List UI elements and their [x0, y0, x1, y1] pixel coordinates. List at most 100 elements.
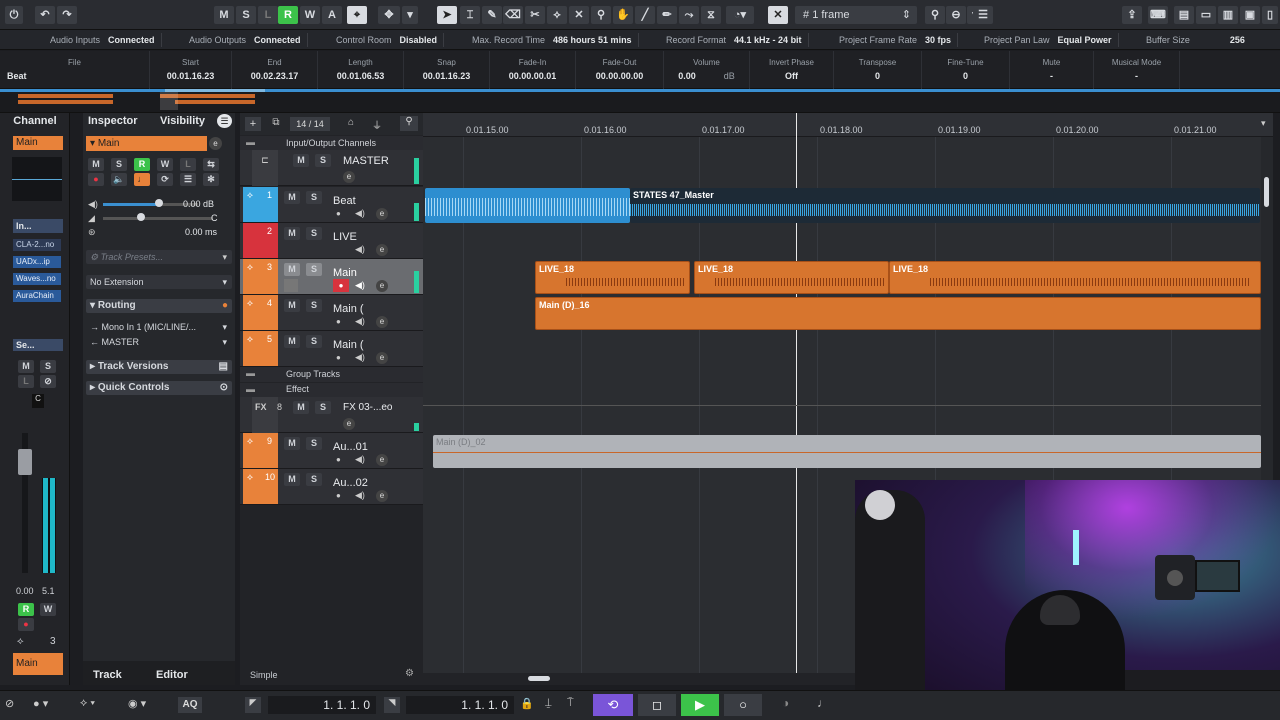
- mute-button[interactable]: M: [284, 191, 300, 204]
- audio-event-live[interactable]: LIVE_18: [889, 261, 1261, 294]
- lanes-icon[interactable]: [284, 279, 298, 292]
- inspector-track-header[interactable]: ▾ Main: [86, 136, 207, 151]
- solo-button[interactable]: S: [306, 437, 322, 450]
- track-row[interactable]: ⟡ 1 M S Beat ● ◀) e: [240, 187, 423, 223]
- channel-settings-icon[interactable]: ⊘: [40, 375, 56, 388]
- align-icon[interactable]: ☰: [973, 6, 993, 24]
- channel-listen-button[interactable]: L: [18, 375, 34, 388]
- info-invert-phase[interactable]: Invert Phase Off: [750, 51, 834, 89]
- tab-track[interactable]: Track: [93, 669, 122, 681]
- track-list-mode[interactable]: Simple: [250, 670, 278, 680]
- object-selection-tool-icon[interactable]: ➤: [437, 6, 457, 24]
- write-automation-button[interactable]: W: [300, 6, 320, 24]
- listen-button[interactable]: L: [258, 6, 278, 24]
- mute-button[interactable]: M: [284, 227, 300, 240]
- tab-channel[interactable]: Channel: [0, 113, 70, 129]
- info-snap[interactable]: Snap 00.01.16.23: [404, 51, 490, 89]
- search-tracks-icon[interactable]: ⚲: [400, 116, 418, 131]
- inspector-menu-icon[interactable]: ☰: [217, 114, 232, 128]
- lane-icon[interactable]: ⟳: [157, 173, 173, 186]
- solo-all-button[interactable]: S: [236, 6, 256, 24]
- search-icon[interactable]: ⚲: [925, 6, 945, 24]
- draw-tool-icon[interactable]: ✎: [482, 6, 502, 24]
- extension-select[interactable]: No Extension ▾: [86, 275, 232, 289]
- scrollbar-thumb[interactable]: [528, 676, 550, 681]
- audio-event-master[interactable]: STATES 47_Master: [630, 188, 1260, 223]
- punch-in-icon[interactable]: ⍊: [545, 697, 552, 710]
- monitor-icon[interactable]: ◀): [355, 352, 365, 363]
- folder-group-row[interactable]: ▬ Group Tracks: [240, 367, 423, 382]
- quantize-icon[interactable]: ⊖: [946, 6, 966, 24]
- pan-slider-handle[interactable]: [137, 213, 145, 221]
- inspector-solo-button[interactable]: S: [111, 158, 127, 171]
- snap-toggle-icon[interactable]: ✕: [768, 6, 788, 24]
- edit-channel-icon[interactable]: e: [376, 454, 388, 466]
- info-mute[interactable]: Mute -: [1010, 51, 1094, 89]
- project-overview[interactable]: [0, 89, 1280, 113]
- lock-icon[interactable]: 🔒: [520, 697, 534, 710]
- track-presets-select[interactable]: ⚙ Track Presets... ▾: [86, 250, 232, 264]
- marker-icon[interactable]: ◑: [782, 696, 789, 710]
- keyboard-icon[interactable]: ⌨: [1148, 6, 1168, 24]
- audio-event-main[interactable]: Main (D)_16: [535, 297, 1261, 330]
- audio-mode-icon[interactable]: ⟡ ▾: [80, 697, 95, 710]
- monitor-icon[interactable]: ◀): [355, 490, 365, 501]
- info-fine-tune[interactable]: Fine-Tune 0: [922, 51, 1010, 89]
- record-enable-icon[interactable]: ●: [333, 279, 349, 292]
- activate-project-icon[interactable]: ⏻: [5, 6, 23, 24]
- record-mode-icon[interactable]: ● ▾: [33, 697, 48, 710]
- mute-button[interactable]: M: [284, 437, 300, 450]
- window-layout-icon[interactable]: ▣: [1240, 6, 1260, 24]
- track-row-master[interactable]: ⊏ M S MASTER e: [240, 150, 423, 186]
- record-enable-icon[interactable]: ●: [336, 209, 341, 218]
- left-locator-icon[interactable]: ◤: [245, 697, 261, 713]
- inspector-listen-button[interactable]: L: [180, 158, 196, 171]
- scrollbar-thumb[interactable]: [1264, 177, 1269, 207]
- freeze-icon[interactable]: ☰: [180, 173, 196, 186]
- split-tool-icon[interactable]: ✂: [525, 6, 545, 24]
- audio-event-live[interactable]: LIVE_18: [694, 261, 889, 294]
- grid-type-select[interactable]: # 1 frame ⇕: [795, 6, 917, 24]
- solo-button[interactable]: S: [306, 473, 322, 486]
- folder-io-row[interactable]: ▬ Input/Output Channels: [240, 136, 423, 150]
- record-enable-icon[interactable]: ●: [336, 317, 341, 326]
- status-audio-outputs[interactable]: Audio Outputs Connected: [183, 33, 308, 47]
- automation-line[interactable]: [423, 405, 1261, 406]
- ruler-menu-icon[interactable]: ▾: [1261, 118, 1266, 129]
- lower-zone-icon[interactable]: ▭: [1196, 6, 1216, 24]
- track-row[interactable]: 2 M S LIVE ◀) e: [240, 223, 423, 259]
- folder-snowflake-icon[interactable]: ✻: [203, 173, 219, 186]
- toolbar-settings-icon[interactable]: ▯: [1262, 6, 1278, 24]
- volume-slider-handle[interactable]: [155, 199, 163, 207]
- pan-slider[interactable]: [103, 217, 213, 220]
- right-zone-icon[interactable]: ▥: [1218, 6, 1238, 24]
- read-automation-button[interactable]: R: [278, 6, 298, 24]
- channel-read-button[interactable]: R: [18, 603, 34, 616]
- sends-section[interactable]: Se...: [13, 339, 63, 351]
- timebase-icon[interactable]: ♩: [134, 173, 150, 186]
- monitor-icon[interactable]: ◀): [355, 280, 365, 291]
- status-pan-law[interactable]: Project Pan Law Equal Power: [978, 33, 1119, 47]
- tab-inspector[interactable]: Inspector: [88, 115, 138, 127]
- status-record-format[interactable]: Record Format 44.1 kHz - 24 bit: [660, 33, 809, 47]
- tab-editor[interactable]: Editor: [156, 669, 188, 681]
- stop-button[interactable]: ◻: [638, 694, 676, 716]
- auto-quantize-button[interactable]: AQ: [178, 697, 202, 713]
- solo-button[interactable]: S: [306, 335, 322, 348]
- solo-button[interactable]: S: [306, 227, 322, 240]
- insert-slot[interactable]: AuraChain: [13, 290, 61, 302]
- track-row[interactable]: ⟡ 9 M S Au...01 ● ◀) e: [240, 433, 423, 469]
- track-count[interactable]: 14 / 14: [290, 117, 330, 131]
- inspector-read-button[interactable]: R: [134, 158, 150, 171]
- activity-icon[interactable]: ⊘: [5, 697, 14, 710]
- audio-event-aux[interactable]: Main (D)_02: [433, 435, 1261, 468]
- inserts-section[interactable]: In...: [13, 219, 63, 233]
- monitor-icon[interactable]: ◀): [355, 316, 365, 327]
- status-max-record-time[interactable]: Max. Record Time 486 hours 51 mins: [466, 33, 639, 47]
- record-enable-icon[interactable]: ●: [336, 455, 341, 464]
- insert-slot[interactable]: CLA-2...no: [13, 239, 61, 251]
- track-row[interactable]: ⟡ 4 M S Main ( ● ◀) e: [240, 295, 423, 331]
- track-row-selected[interactable]: ⟡ 3 M S Main ● ◀) e: [240, 259, 423, 295]
- add-track-icon[interactable]: +: [245, 117, 261, 131]
- automation-mode-button[interactable]: A: [322, 6, 342, 24]
